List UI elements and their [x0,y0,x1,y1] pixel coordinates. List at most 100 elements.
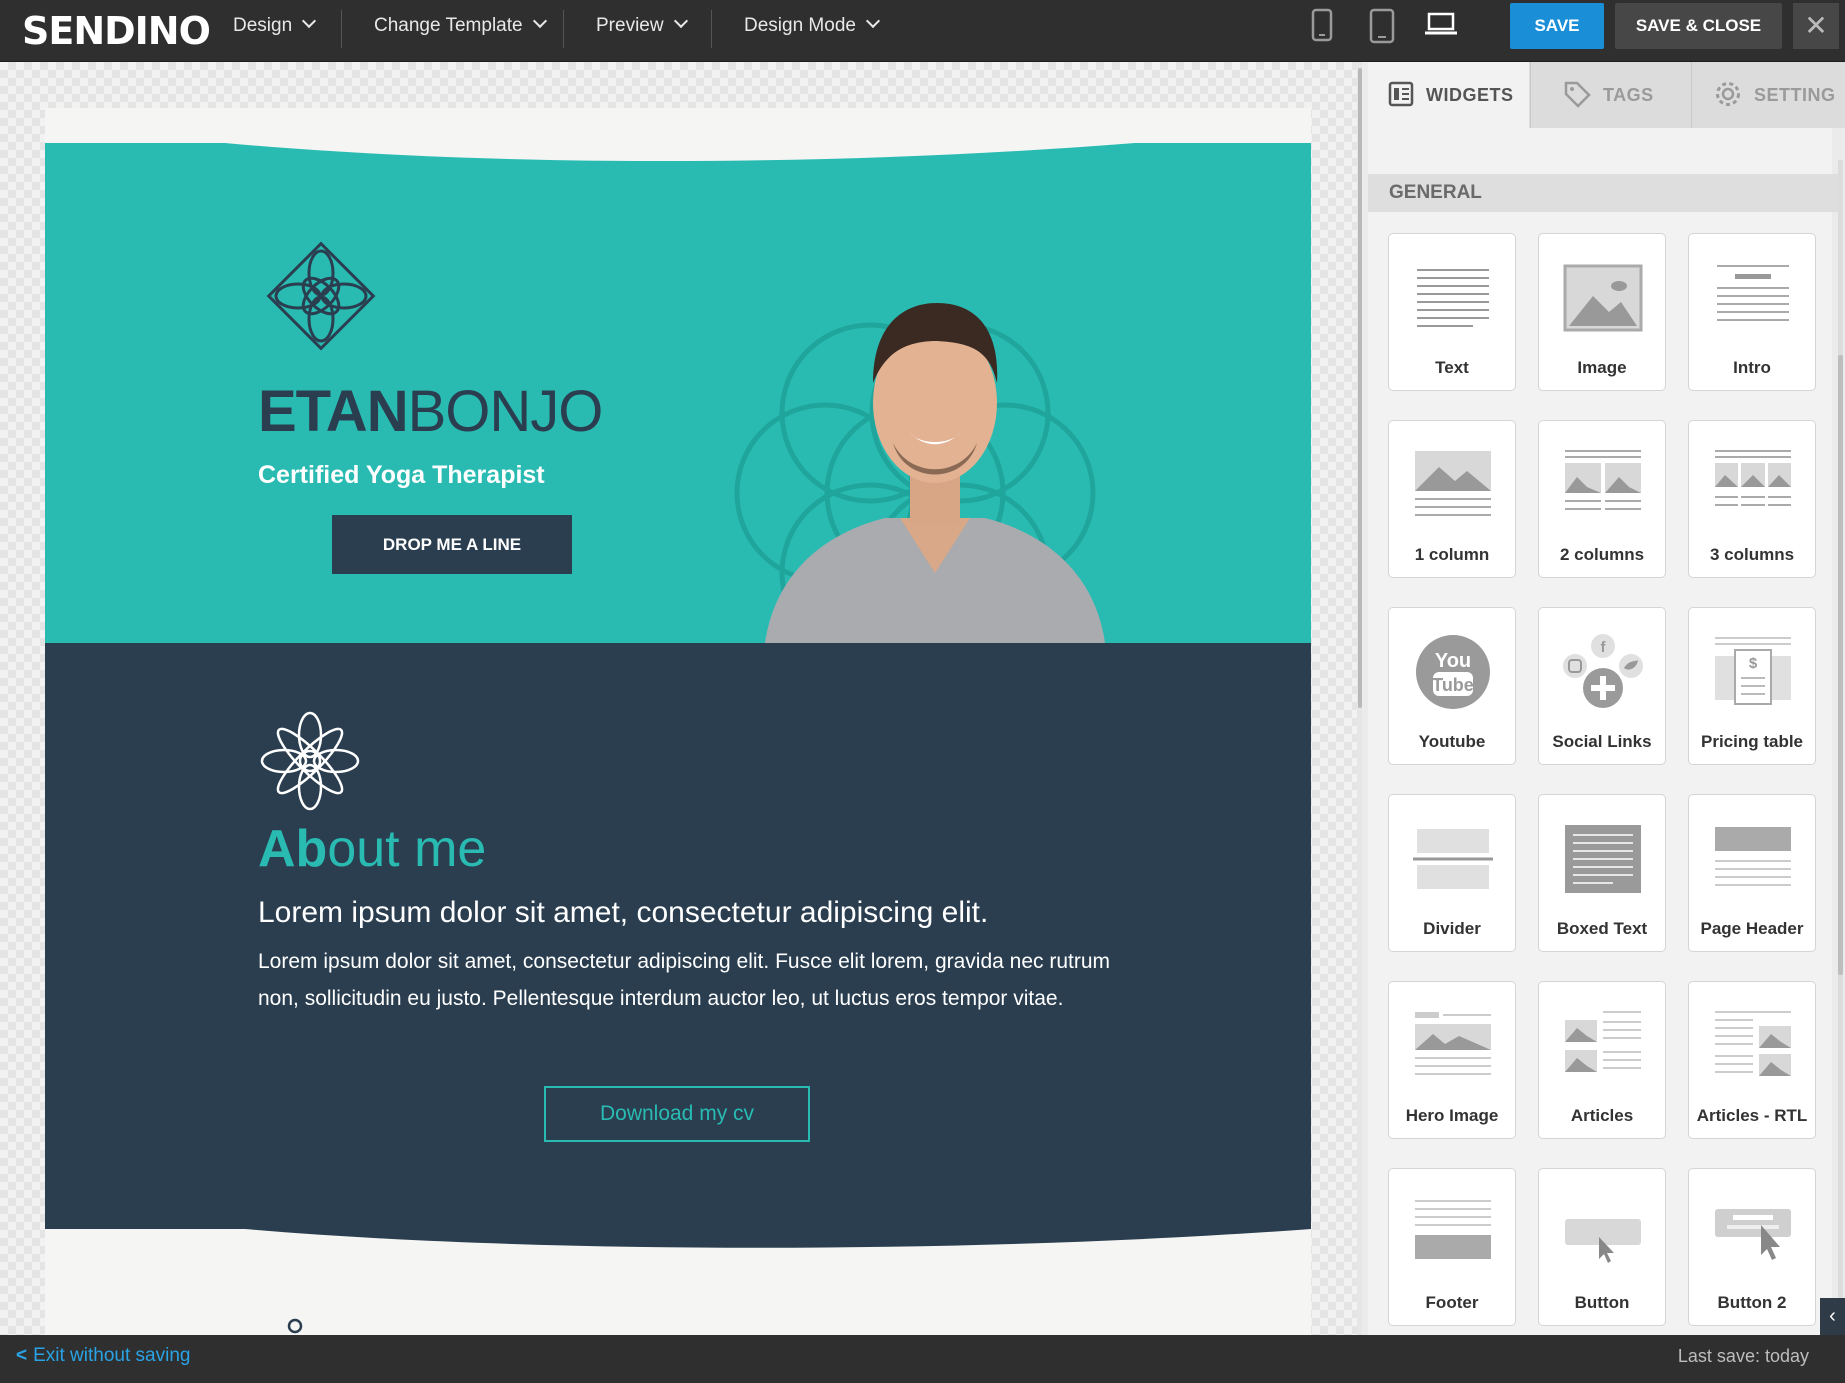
save-button[interactable]: SAVE [1510,3,1604,49]
about-body: Lorem ipsum dolor sit amet, consectetur … [258,950,1111,1010]
widget-label: Boxed Text [1556,919,1648,938]
widget-label: Button [1574,1293,1630,1312]
widget-3-columns[interactable]: 3 columns [1688,420,1816,578]
widget-button-2[interactable]: Button 2 [1688,1168,1816,1326]
page-header-icon [1715,827,1791,886]
boxed-text-icon [1565,825,1641,893]
widget-articles-rtl[interactable]: Articles - RTL [1688,981,1816,1139]
widget-youtube[interactable]: You Tube Youtube [1388,607,1516,765]
widget-social-links[interactable]: f Social Links [1538,607,1666,765]
svg-text:Tube: Tube [1432,675,1474,695]
chevron-down-icon [865,13,881,29]
exit-label: Exit without saving [33,1345,191,1366]
tab-widgets[interactable]: WIDGETS [1368,62,1529,128]
design-canvas[interactable]: ETANBONJO Certified Yoga Therapist DROP … [0,62,1362,1335]
two-columns-icon [1565,450,1641,510]
widget-page-header[interactable]: Page Header [1688,794,1816,952]
articles-rtl-icon [1715,1011,1791,1076]
email-preview[interactable]: ETANBONJO Certified Yoga Therapist DROP … [45,108,1311,1335]
drop-me-a-line-button[interactable]: DROP ME A LINE [332,515,572,574]
widget-label: Footer [1425,1293,1479,1312]
chevron-down-icon [673,13,688,29]
brand-name: ETANBONJO [258,378,604,445]
about-title: About me [258,819,486,879]
widget-label: Divider [1423,919,1481,938]
about-section[interactable]: About me Lorem ipsum dolor sit amet, con… [45,643,1311,1229]
menu-preview[interactable]: Preview [596,0,688,62]
widget-articles[interactable]: Articles [1538,981,1666,1139]
menu-change-template-label: Change Template [374,15,523,36]
save-and-close-button[interactable]: SAVE & CLOSE [1615,3,1782,49]
image-widget-icon [1563,264,1643,332]
widget-boxed-text[interactable]: Boxed Text [1538,794,1666,952]
hero-image-icon [1415,1012,1491,1075]
menu-separator [563,10,564,48]
widget-label: Youtube [1418,732,1486,751]
close-icon[interactable]: ✕ [1793,3,1839,49]
brand-name-light: BONJO [407,379,604,444]
widget-image[interactable]: Image [1538,233,1666,391]
widget-hero-image[interactable]: Hero Image [1388,981,1516,1139]
panel-scrollbar-thumb[interactable] [1838,355,1843,975]
widget-label: Articles [1570,1106,1634,1125]
tab-tags-label: TAGS [1603,85,1654,105]
menu-change-template[interactable]: Change Template [374,0,547,62]
widget-label: 3 columns [1709,545,1795,564]
widget-divider[interactable]: Divider [1388,794,1516,952]
widget-intro[interactable]: Intro [1688,233,1816,391]
tab-setting[interactable]: SETTING [1691,62,1845,128]
tab-tags[interactable]: TAGS [1530,62,1690,128]
widgets-icon [1388,82,1414,107]
widget-label: Text [1435,358,1469,377]
menu-design[interactable]: Design [233,0,317,62]
widget-1-column[interactable]: 1 column [1388,420,1516,578]
top-toolbar: SENDINO Design Change Template Preview D… [0,0,1845,62]
one-column-icon [1415,451,1491,516]
widget-label: 2 columns [1559,545,1645,564]
widget-label: Pricing table [1700,732,1804,751]
widget-text[interactable]: Text [1388,233,1516,391]
download-cv-button[interactable]: Download my cv [544,1086,810,1142]
menu-design-mode[interactable]: Design Mode [744,0,881,62]
brand-name-bold: ETAN [258,379,409,444]
collapse-panel-chevron-left-icon[interactable]: ‹ [1820,1298,1845,1335]
laptop-icon[interactable] [1424,12,1458,41]
widget-pricing-table[interactable]: $ Pricing table [1688,607,1816,765]
panel-tabs: WIDGETS TAGS SETTING [1368,62,1845,128]
widget-label: Social Links [1552,732,1652,751]
intro-widget-icon [1717,265,1789,321]
widget-label: 1 column [1414,545,1490,564]
menu-design-mode-label: Design Mode [744,15,856,36]
text-widget-icon [1417,269,1489,327]
gear-icon [1716,82,1740,107]
articles-icon [1565,1011,1641,1072]
about-title-light: out me [327,820,487,878]
bottom-wave [45,1229,1311,1248]
widget-2-columns[interactable]: 2 columns [1538,420,1666,578]
last-save-status: Last save: today [1677,1346,1809,1366]
hero-section[interactable]: ETANBONJO Certified Yoga Therapist DROP … [45,143,1311,643]
chevron-left-icon: < [16,1345,28,1366]
tab-widgets-label: WIDGETS [1426,85,1514,105]
exit-without-saving-link[interactable]: < Exit without saving [16,1335,190,1377]
sendino-logo: SENDINO [22,9,211,53]
chevron-down-icon [532,13,547,29]
meditation-icon [287,1318,303,1334]
pricing-table-icon: $ [1715,637,1791,705]
divider-icon [1413,829,1493,889]
phone-icon[interactable] [1311,8,1333,47]
mandala-icon [260,711,360,811]
widget-label: Page Header [1700,919,1804,938]
widget-footer[interactable]: Footer [1388,1168,1516,1326]
tablet-icon[interactable] [1369,8,1395,49]
tagline: Certified Yoga Therapist [258,461,545,489]
about-lead: Lorem ipsum dolor sit amet, consectetur … [258,896,989,929]
widget-label: Articles - RTL [1696,1106,1808,1125]
footer-icon [1415,1200,1491,1259]
menu-separator [711,10,712,48]
social-links-icon: f [1563,634,1643,708]
button-widget-icon [1565,1219,1641,1263]
svg-text:You: You [1435,650,1471,672]
widget-button[interactable]: Button [1538,1168,1666,1326]
youtube-icon: You Tube [1416,635,1490,709]
